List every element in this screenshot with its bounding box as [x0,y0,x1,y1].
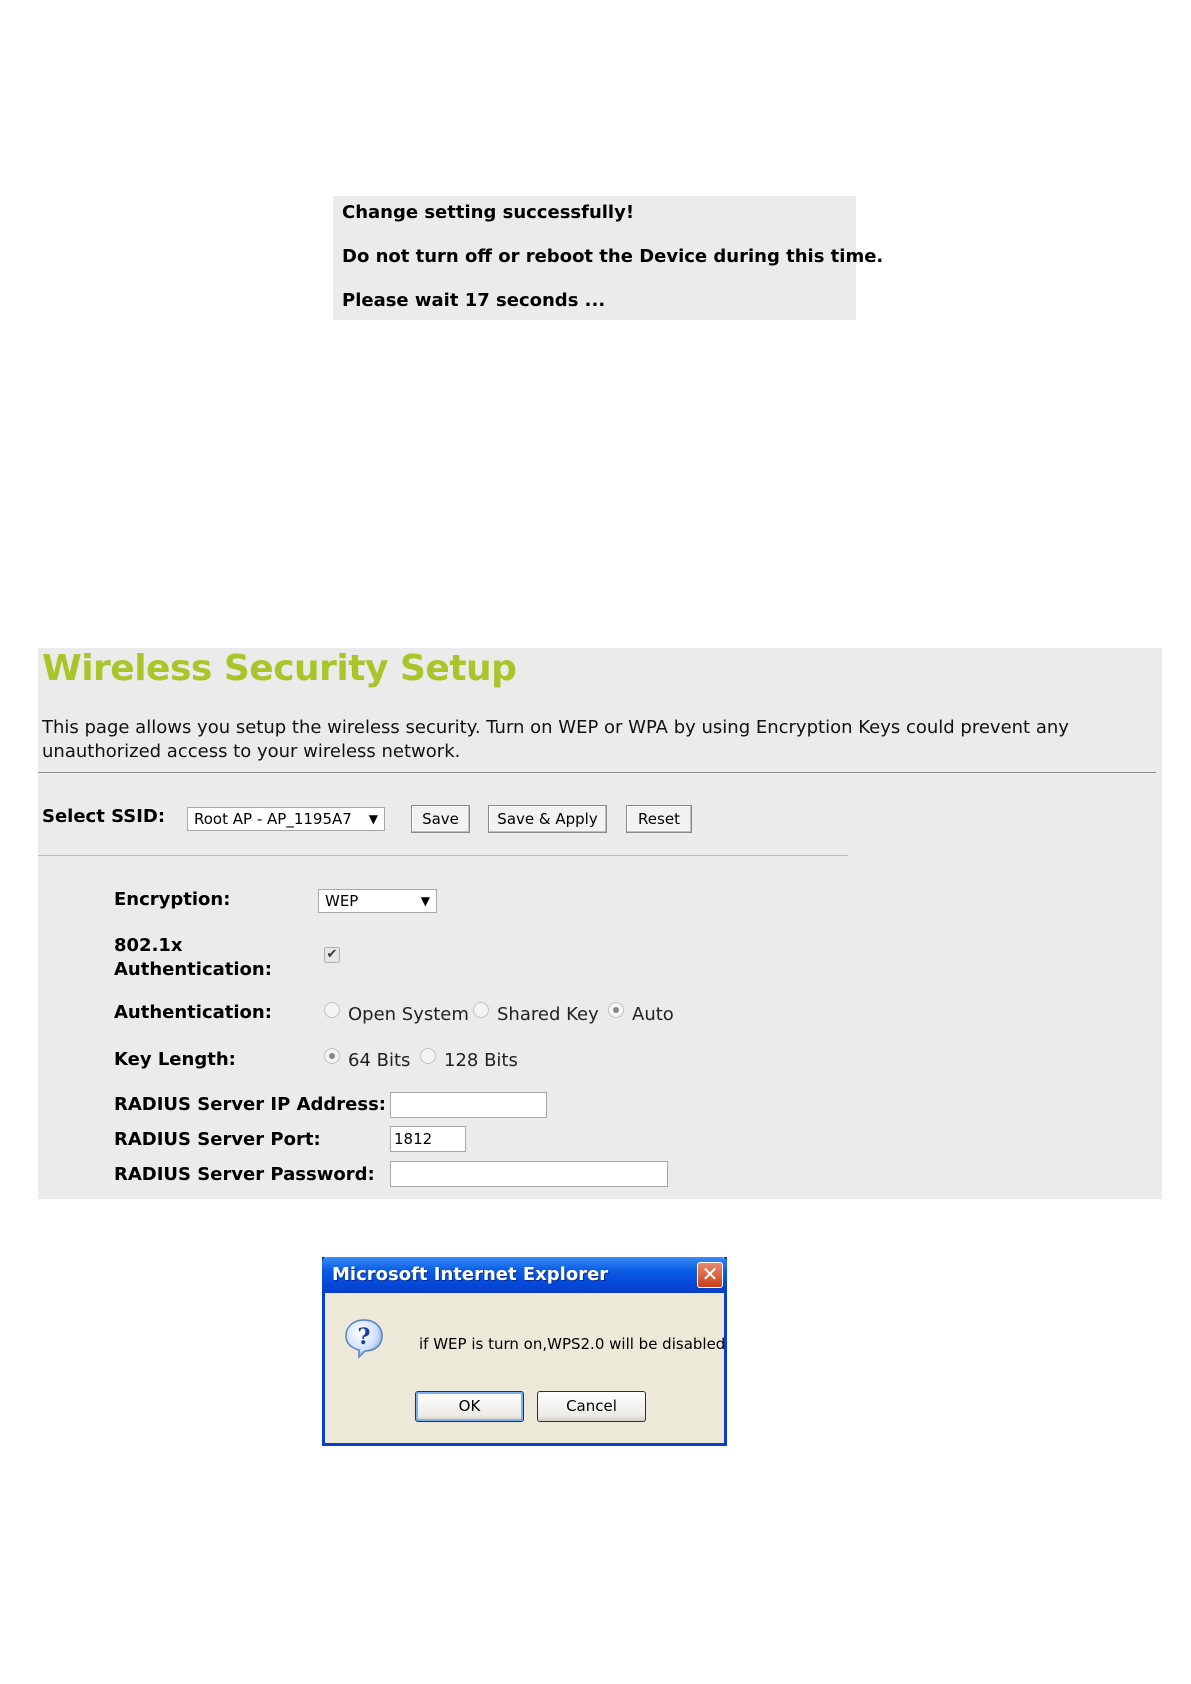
radius-port-input[interactable]: 1812 [390,1126,466,1152]
auth-8021x-label-line1: 802.1x [114,935,183,956]
page-title: Wireless Security Setup [42,648,517,689]
wireless-security-panel: Wireless Security Setup This page allows… [38,648,1162,1199]
encryption-select[interactable]: WEP ▼ [318,889,437,913]
radius-password-input[interactable] [390,1161,668,1187]
close-icon: ✕ [701,1262,719,1286]
dropdown-arrow-icon: ▼ [420,894,430,908]
dialog-message: if WEP is turn on,WPS2.0 will be disable… [419,1335,726,1353]
page-description: This page allows you setup the wireless … [42,717,1069,762]
divider [38,855,848,856]
encryption-label: Encryption: [114,889,231,910]
confirm-dialog: Microsoft Internet Explorer ✕ ? if WEP i… [322,1257,727,1446]
ssid-select-value: Root AP - AP_1195A7 [194,810,352,828]
auth-open-system-label: Open System [348,1004,469,1025]
auth-auto-radio[interactable] [608,1002,624,1018]
dialog-titlebar: Microsoft Internet Explorer ✕ [322,1257,727,1293]
dropdown-arrow-icon: ▼ [368,812,378,826]
auth-auto-label: Auto [632,1004,674,1025]
key-length-128-label: 128 Bits [444,1050,518,1071]
ssid-label: Select SSID: [42,806,166,827]
auth-8021x-label-line2: Authentication: [114,959,272,980]
auth-shared-key-label: Shared Key [497,1004,599,1025]
countdown-message-line: Please wait 17 seconds ... [342,290,606,311]
reset-button[interactable]: Reset [626,805,692,833]
key-length-label: Key Length: [114,1049,236,1070]
radius-port-label: RADIUS Server Port: [114,1129,321,1150]
warning-message-line: Do not turn off or reboot the Device dur… [342,246,884,267]
checkmark-icon: ✔ [326,947,338,962]
svg-text:?: ? [358,1324,371,1350]
close-button[interactable]: ✕ [697,1262,723,1288]
ssid-select[interactable]: Root AP - AP_1195A7 ▼ [187,807,385,831]
question-icon: ? [345,1319,383,1359]
auth-open-system-radio[interactable] [324,1002,340,1018]
radius-password-label: RADIUS Server Password: [114,1164,375,1185]
authentication-label: Authentication: [114,1002,272,1023]
divider [38,772,1156,773]
save-apply-button[interactable]: Save & Apply [488,805,607,833]
save-button[interactable]: Save [411,805,470,833]
key-length-64-radio[interactable] [324,1048,340,1064]
dialog-title: Microsoft Internet Explorer [332,1264,609,1285]
success-message-box: Change setting successfully! Do not turn… [333,196,884,320]
auth-shared-key-radio[interactable] [473,1002,489,1018]
key-length-64-label: 64 Bits [348,1050,411,1071]
ok-button[interactable]: OK [415,1391,524,1422]
radius-ip-input[interactable] [390,1092,547,1118]
radius-ip-label: RADIUS Server IP Address: [114,1094,386,1115]
success-message-line: Change setting successfully! [342,202,635,223]
cancel-button[interactable]: Cancel [537,1391,646,1422]
encryption-select-value: WEP [325,892,359,910]
key-length-128-radio[interactable] [420,1048,436,1064]
auth-8021x-checkbox[interactable]: ✔ [324,947,340,963]
